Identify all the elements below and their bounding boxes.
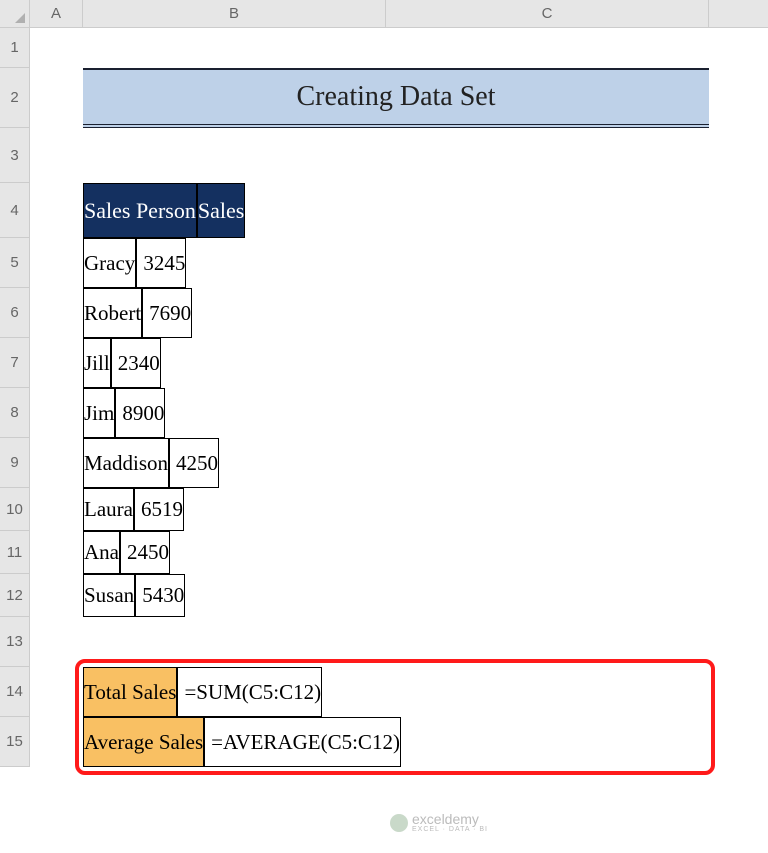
header-sales-person[interactable]: Sales Person	[83, 183, 197, 238]
cell-a4[interactable]	[30, 183, 83, 238]
watermark: exceldemy EXCEL · DATA · BI	[390, 812, 488, 833]
cell-a6[interactable]	[30, 288, 83, 338]
cell-a14[interactable]	[30, 667, 83, 717]
row-header-7[interactable]: 7	[0, 338, 30, 388]
cell-a7[interactable]	[30, 338, 83, 388]
column-headers: A B C	[0, 0, 768, 28]
row-header-6[interactable]: 6	[0, 288, 30, 338]
cell-c15-avg-value[interactable]: =AVERAGE(C5:C12)	[204, 717, 401, 767]
row-header-1[interactable]: 1	[0, 28, 30, 68]
row-7: Jill 2340	[30, 338, 161, 388]
cell-c1[interactable]	[386, 28, 709, 68]
cell-b14-total-label[interactable]: Total Sales	[83, 667, 177, 717]
cell-b11[interactable]: Ana	[83, 531, 120, 574]
cell-b12[interactable]: Susan	[83, 574, 135, 617]
row-header-3[interactable]: 3	[0, 128, 30, 183]
row-15: Average Sales =AVERAGE(C5:C12)	[30, 717, 401, 767]
cell-c10[interactable]: 6519	[134, 488, 184, 531]
cell-a10[interactable]	[30, 488, 83, 531]
cell-b6[interactable]: Robert	[83, 288, 142, 338]
cell-b3[interactable]	[83, 128, 386, 183]
cell-c3[interactable]	[386, 128, 709, 183]
cell-a5[interactable]	[30, 238, 83, 288]
row-6: Robert 7690	[30, 288, 192, 338]
cell-b7[interactable]: Jill	[83, 338, 111, 388]
row-11: Ana 2450	[30, 531, 170, 574]
cell-a9[interactable]	[30, 438, 83, 488]
row-header-12[interactable]: 12	[0, 574, 30, 617]
cell-a8[interactable]	[30, 388, 83, 438]
row-9: Maddison 4250	[30, 438, 219, 488]
row-1	[30, 28, 709, 68]
cell-b5[interactable]: Gracy	[83, 238, 136, 288]
col-header-a[interactable]: A	[30, 0, 83, 27]
row-header-9[interactable]: 9	[0, 438, 30, 488]
cell-c8[interactable]: 8900	[115, 388, 165, 438]
row-2: Creating Data Set	[30, 68, 709, 128]
cell-a15[interactable]	[30, 717, 83, 767]
row-4: Sales Person Sales	[30, 183, 245, 238]
row-header-10[interactable]: 10	[0, 488, 30, 531]
row-10: Laura 6519	[30, 488, 184, 531]
watermark-brand: exceldemy	[412, 812, 488, 826]
cell-b9[interactable]: Maddison	[83, 438, 169, 488]
cell-c14-total-value[interactable]: =SUM(C5:C12)	[177, 667, 322, 717]
cell-b10[interactable]: Laura	[83, 488, 134, 531]
cell-a3[interactable]	[30, 128, 83, 183]
cell-a1[interactable]	[30, 28, 83, 68]
col-header-b[interactable]: B	[83, 0, 386, 27]
row-header-13[interactable]: 13	[0, 617, 30, 667]
select-all-triangle[interactable]	[0, 0, 30, 28]
row-header-5[interactable]: 5	[0, 238, 30, 288]
cell-a11[interactable]	[30, 531, 83, 574]
row-8: Jim 8900	[30, 388, 165, 438]
cell-b13[interactable]	[83, 617, 386, 667]
cell-c5[interactable]: 3245	[136, 238, 186, 288]
cell-a2[interactable]	[30, 68, 83, 128]
row-header-14[interactable]: 14	[0, 667, 30, 717]
row-5: Gracy 3245	[30, 238, 186, 288]
cell-a13[interactable]	[30, 617, 83, 667]
cell-b1[interactable]	[83, 28, 386, 68]
watermark-sub: EXCEL · DATA · BI	[412, 826, 488, 833]
row-header-15[interactable]: 15	[0, 717, 30, 767]
row-header-4[interactable]: 4	[0, 183, 30, 238]
cell-b15-avg-label[interactable]: Average Sales	[83, 717, 204, 767]
cell-a12[interactable]	[30, 574, 83, 617]
row-12: Susan 5430	[30, 574, 185, 617]
row-header-11[interactable]: 11	[0, 531, 30, 574]
cell-c13[interactable]	[386, 617, 709, 667]
col-header-c[interactable]: C	[386, 0, 709, 27]
header-sales[interactable]: Sales	[197, 183, 245, 238]
cell-c6[interactable]: 7690	[142, 288, 192, 338]
row-13	[30, 617, 709, 667]
cell-c9[interactable]: 4250	[169, 438, 219, 488]
watermark-icon	[390, 814, 408, 832]
row-3	[30, 128, 709, 183]
cell-c7[interactable]: 2340	[111, 338, 161, 388]
spreadsheet: A B C 1 2 Creating Data Set 3 4 Sales Pe…	[0, 0, 768, 853]
cell-c11[interactable]: 2450	[120, 531, 170, 574]
cell-b2-title[interactable]: Creating Data Set	[83, 68, 709, 128]
cell-c12[interactable]: 5430	[135, 574, 185, 617]
row-header-2[interactable]: 2	[0, 68, 30, 128]
cell-b8[interactable]: Jim	[83, 388, 115, 438]
row-header-8[interactable]: 8	[0, 388, 30, 438]
row-14: Total Sales =SUM(C5:C12)	[30, 667, 322, 717]
